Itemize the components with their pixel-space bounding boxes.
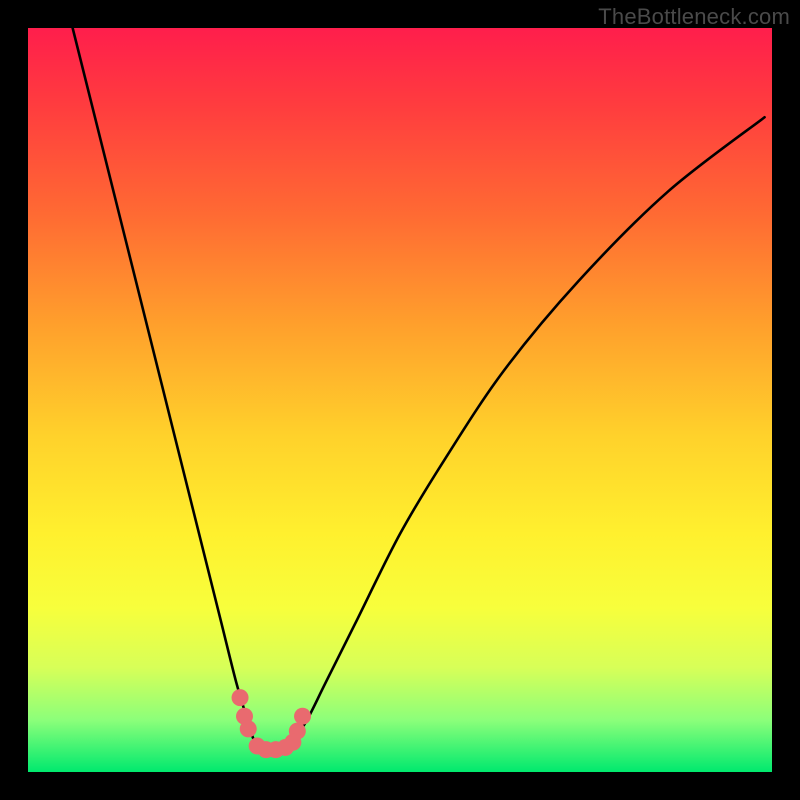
- watermark-text: TheBottleneck.com: [598, 4, 790, 30]
- trough-marker: [240, 720, 257, 737]
- bottleneck-curve: [73, 28, 765, 755]
- chart-svg: [28, 28, 772, 772]
- trough-marker: [294, 708, 311, 725]
- trough-marker: [284, 734, 301, 751]
- trough-marker: [232, 689, 249, 706]
- trough-marker-group: [232, 689, 311, 758]
- plot-area: [28, 28, 772, 772]
